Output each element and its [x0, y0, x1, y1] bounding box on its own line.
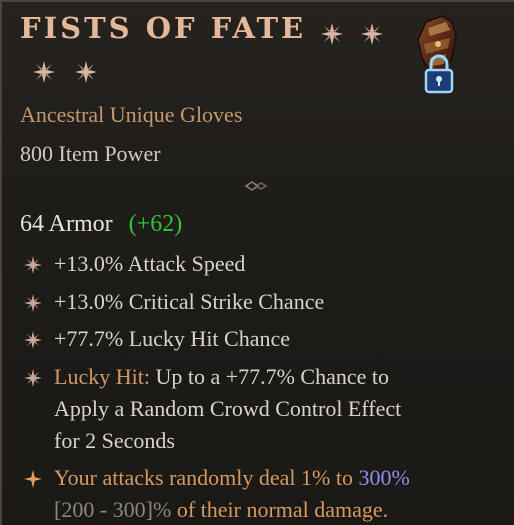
armor-stat: 64 Armor (+62) — [20, 211, 182, 238]
affix-critical-strike: +13.0% Critical Strike Chance — [20, 286, 490, 318]
item-type: Ancestral Unique Gloves — [20, 102, 243, 127]
unique-power-part1: Your attacks randomly deal 1% to — [54, 465, 353, 490]
affix-lucky-hit-effect: Lucky Hit: Up to a +77.7% Chance to Appl… — [20, 361, 490, 457]
affix-lucky-hit-chance: +77.7% Lucky Hit Chance — [20, 323, 490, 355]
affix-text: +13.0% Critical Strike Chance — [54, 289, 325, 314]
star-gem-icon — [361, 23, 384, 46]
item-title-row: FISTS OF FATE — [20, 14, 400, 46]
star-gem-icon — [33, 61, 55, 83]
unique-power-part2: of their normal damage. — [176, 497, 389, 522]
affix-attack-speed: +13.0% Attack Speed — [20, 248, 490, 280]
affix-bullet-icon — [24, 256, 42, 274]
gloves-item-icon[interactable] — [408, 14, 468, 96]
lucky-hit-line3: for 2 Seconds — [54, 428, 175, 453]
item-name: FISTS OF FATE — [20, 11, 307, 45]
lucky-hit-line2: Apply a Random Crowd Control Effect — [54, 396, 402, 421]
section-divider — [20, 181, 268, 191]
armor-value: 64 Armor — [20, 211, 113, 237]
affix-text: +77.7% Lucky Hit Chance — [54, 326, 291, 351]
affix-bullet-icon — [24, 331, 42, 349]
star-gem-icon — [75, 61, 97, 83]
lucky-hit-text: Lucky Hit: Up to a +77.7% Chance to Appl… — [54, 361, 490, 457]
unique-power-text: Your attacks randomly deal 1% to 300% [2… — [54, 462, 490, 525]
affix-bullet-icon — [24, 369, 42, 387]
lucky-hit-label: Lucky Hit: — [54, 364, 150, 389]
gem-row — [32, 60, 112, 84]
item-tooltip: FISTS OF FATE Ancestral Unique Gloves 80… — [0, 0, 514, 525]
item-power: 800 Item Power — [20, 141, 161, 166]
star-gem-icon — [321, 23, 344, 46]
armor-bonus: (+62) — [128, 211, 183, 237]
affix-text: +13.0% Attack Speed — [54, 251, 246, 276]
unique-power-value: 300% — [358, 465, 410, 490]
unique-power-range: [200 - 300]% — [54, 497, 172, 522]
lucky-hit-line1: Up to a +77.7% Chance to — [155, 364, 390, 389]
affix-bullet-icon — [24, 294, 42, 312]
unique-star-icon — [24, 470, 42, 488]
unique-power: Your attacks randomly deal 1% to 300% [2… — [20, 462, 490, 525]
